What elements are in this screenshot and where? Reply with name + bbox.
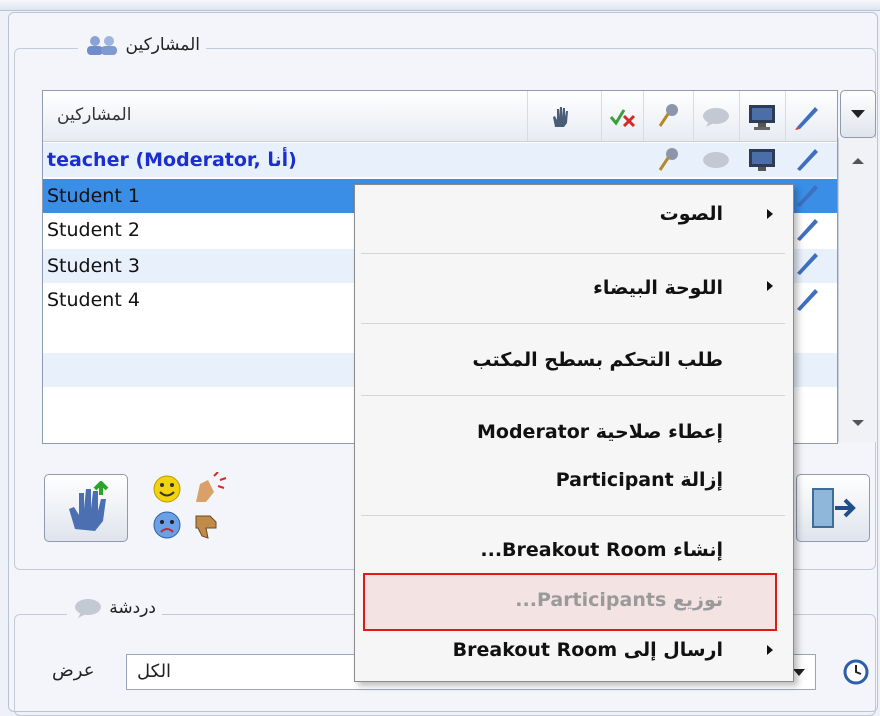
window-top-strip [0,0,880,11]
microphone-icon [658,148,678,171]
exit-door-icon [812,488,856,528]
participant-name: Student 1 [47,185,140,207]
chat-group-title: دردشة [67,598,162,618]
menu-separator [361,253,785,254]
participant-name: Student 4 [47,289,140,311]
menu-item-audio[interactable]: الصوت [660,203,723,225]
menu-item-whiteboard[interactable]: اللوحة البيضاء [593,277,723,299]
participant-name: teacher (Moderator, أنا) [47,149,297,171]
menu-separator [361,395,785,396]
chat-title-text: دردشة [109,598,156,618]
menu-separator [361,515,785,516]
menu-item-create-breakout[interactable]: إنشاء Breakout Room... [480,539,723,561]
chat-bubble-icon [703,152,729,168]
chat-filter-value: الكل [137,661,172,682]
participant-name: Student 3 [47,255,140,277]
pen-icon[interactable] [793,103,821,131]
pen-icon [797,149,818,171]
menu-separator [361,323,785,324]
menu-item-desktop-control[interactable]: طلب التحكم بسطح المكتب [472,349,723,371]
check-cross-icon[interactable] [609,107,637,127]
raise-hand-icon[interactable] [549,105,573,129]
clock-icon[interactable] [842,658,870,686]
pen-icon [797,185,818,207]
participants-list-header: المشاركين [43,91,837,142]
participants-group-title: المشاركين [77,34,206,56]
participants-scrollbar[interactable] [838,138,877,442]
columns-dropdown-button[interactable] [840,90,876,138]
thumbs-down-icon[interactable] [192,510,222,540]
scroll-down-arrow-icon[interactable] [852,420,864,426]
participants-title-text: المشاركين [125,35,200,55]
pen-icon [797,219,818,241]
clapping-hands-icon[interactable] [192,472,228,504]
chat-bubble-icon[interactable] [701,107,731,127]
submenu-arrow-icon [767,209,773,219]
submenu-arrow-icon [767,645,773,655]
monitor-icon[interactable] [747,103,777,131]
menu-item-send-to-breakout[interactable]: ارسال إلى Breakout Room [453,639,723,661]
menu-item-give-moderator[interactable]: إعطاء صلاحية Moderator [477,421,723,443]
column-header-participants[interactable]: المشاركين [57,105,131,125]
chevron-down-icon [851,110,865,118]
chat-bubble-icon [75,599,102,618]
participant-name: Student 2 [47,219,140,241]
monitor-icon [749,149,775,171]
exit-button[interactable] [796,474,870,542]
chat-show-label: عرض [52,660,95,681]
submenu-arrow-icon [767,281,773,291]
sad-face-icon[interactable] [152,510,182,540]
participant-context-menu: الصوت اللوحة البيضاء طلب التحكم بسطح الم… [354,184,794,682]
pen-icon [797,253,818,275]
scroll-up-arrow-icon[interactable] [852,158,864,164]
menu-item-distribute[interactable]: توزيع Participants... [515,589,723,611]
raise-hand-button[interactable] [44,474,128,542]
pen-icon [797,289,818,311]
people-icon [86,36,117,55]
smiley-icon[interactable] [152,474,182,504]
chevron-down-icon [793,669,805,676]
microphone-icon[interactable] [657,103,681,129]
raise-hand-icon [69,481,109,531]
menu-item-remove-participant[interactable]: إزالة Participant [556,469,723,491]
